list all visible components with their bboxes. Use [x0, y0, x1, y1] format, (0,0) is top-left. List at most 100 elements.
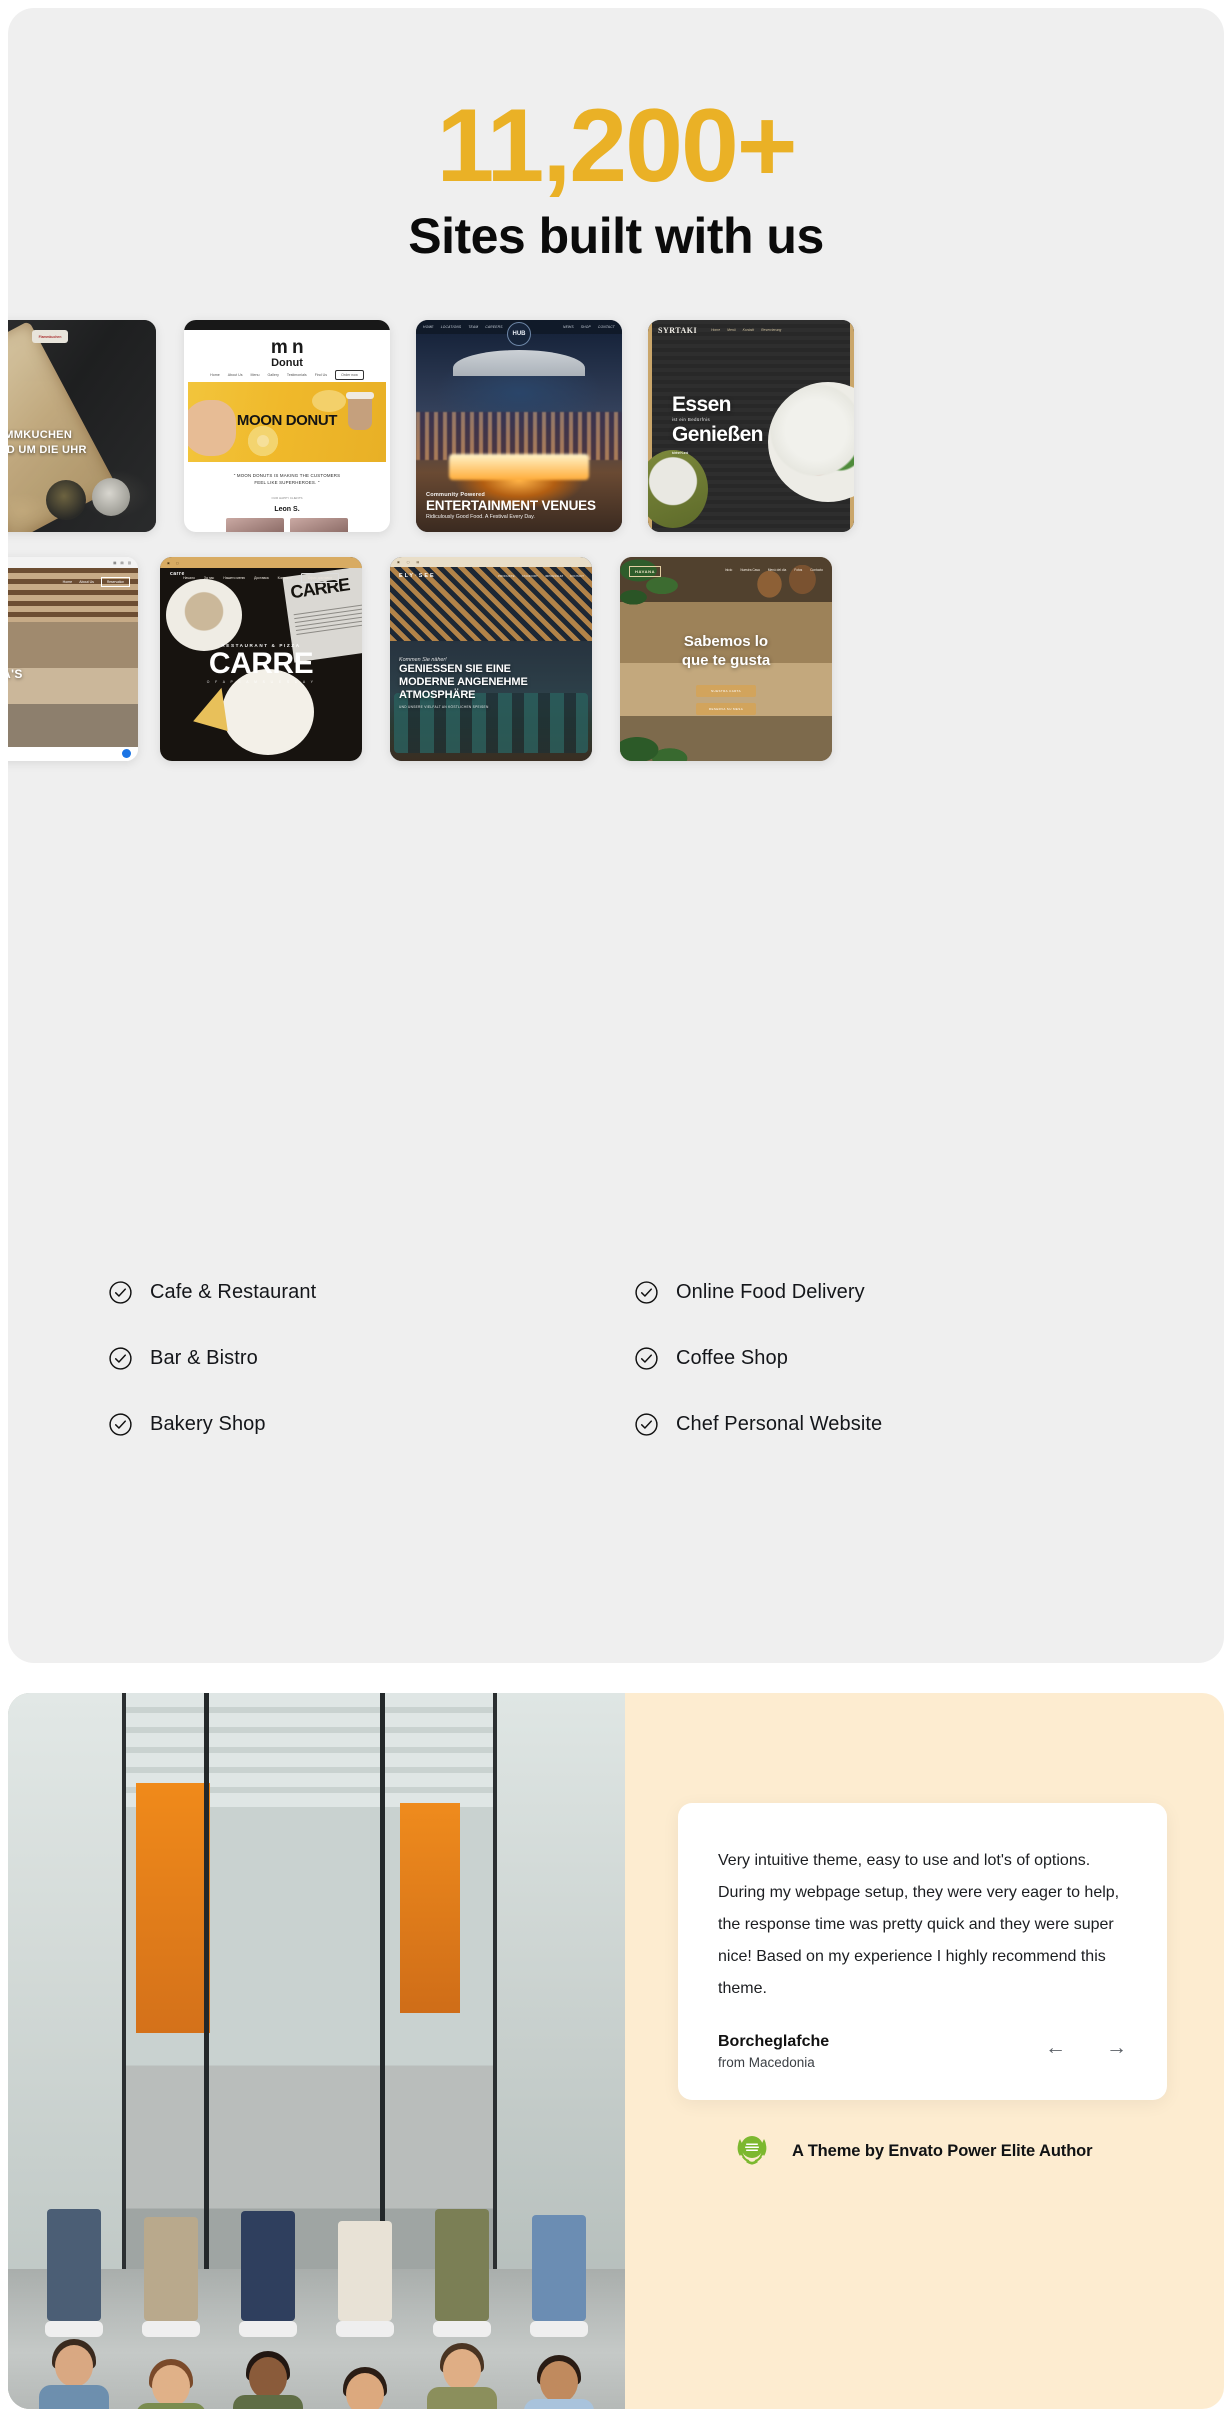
feature-label: Bakery Shop — [150, 1413, 266, 1436]
site-gallery: Flammkuchen FLAMMKUCHEN RUND UM DIE UHR … — [8, 320, 1224, 763]
nav-item: Gallery — [268, 373, 279, 377]
browser-topbar: ▦▤▥ — [8, 557, 138, 568]
feature-label: Chef Personal Website — [676, 1413, 882, 1436]
nav-item: Contacto — [810, 568, 823, 572]
gallery-thumb-flammkuchen[interactable]: Flammkuchen FLAMMKUCHEN RUND UM DIE UHR — [8, 320, 156, 532]
title-script: Welcome to — [8, 661, 23, 667]
gallery-thumb-havana[interactable]: HAVANA Inicio Nuestra Casa Menú del día … — [620, 557, 832, 761]
gallery-thumb-perukas[interactable]: ▦▤▥ Home About Us Reservation Welcome to… — [8, 557, 138, 761]
donut-shape — [248, 426, 278, 456]
title-sub-2: ist eine Kunst — [672, 451, 763, 455]
power-elite-badge-icon — [730, 2127, 774, 2176]
reserve-button: RESERVA SU MESA — [696, 703, 756, 715]
stats-gallery-section: 11,200+ Sites built with us Flammkuchen … — [8, 8, 1224, 1663]
pendant-lamps-shape — [752, 565, 822, 613]
hero-banner: MOON DONUT — [188, 382, 386, 462]
check-circle-icon — [108, 1346, 133, 1371]
canopy-shape — [453, 350, 585, 376]
nav-item: CONTACT — [598, 325, 615, 329]
feature-label: Cafe & Restaurant — [150, 1281, 316, 1304]
quote-subtitle: OUR HAPPY CLIENTS — [184, 496, 390, 500]
title-main: PERUKA'S — [8, 667, 23, 681]
gallery-thumb-moon-donut[interactable]: m n Donut Home About Us Menu Gallery Tes… — [184, 320, 390, 532]
reservation-button: Reservation — [101, 577, 130, 587]
title-sub-1: ist ein Bedürfnis — [672, 418, 763, 423]
envato-badge-text: A Theme by Envato Power Elite Author — [792, 2142, 1092, 2161]
nav-item: Menu — [251, 373, 260, 377]
hero-title: Kommen Sie näher! GENIESSEN SIE EINE MOD… — [399, 657, 528, 709]
hero-buttons: NUESTRA CARTA RESERVA SU MESA — [696, 685, 756, 715]
hero-title: Sabemos lo que te gusta — [620, 633, 832, 671]
stats-subtitle: Sites built with us — [8, 209, 1224, 264]
nav-left: HOME LOCATIONS TEAM CAREERS — [423, 325, 503, 329]
food-plate-shape — [166, 579, 242, 651]
testimonial-author: Borcheglafche — [718, 2033, 829, 2051]
site-nav: SYRTAKI Home Menü Kontakt Reservierung — [648, 320, 854, 340]
feature-item-cafe-restaurant: Cafe & Restaurant — [108, 1270, 616, 1315]
site-count: 11,200+ — [8, 93, 1224, 199]
features-column-left: Cafe & Restaurant Bar & Bistro Bakery Sh… — [68, 1270, 616, 1468]
nav-item: Начало — [183, 576, 195, 580]
nav-item: IMPRESSUM — [545, 574, 563, 578]
prev-arrow-icon[interactable]: ← — [1045, 2037, 1066, 2058]
feature-item-online-food-delivery: Online Food Delivery — [634, 1270, 1164, 1315]
newspaper-lines — [294, 604, 362, 615]
nav-item: Inicio — [725, 568, 732, 572]
envato-badge-row: A Theme by Envato Power Elite Author — [730, 2127, 1092, 2176]
title-sub: Restaurant — [8, 681, 23, 686]
title-script: Kommen Sie näher! — [399, 657, 528, 663]
nav-item: Контакти — [278, 576, 292, 580]
order-now-button: Order now — [335, 370, 364, 380]
gallery-thumb-hub[interactable]: HOME LOCATIONS TEAM CAREERS NEWS SHOP CO… — [416, 320, 622, 532]
bowl-shape — [46, 480, 86, 520]
title-line-2: que te gusta — [620, 652, 832, 671]
quote-line-2: FEEL LIKE SUPERHEROES. " — [202, 479, 372, 486]
nav-item: Home — [711, 328, 720, 332]
donut-shape — [312, 390, 346, 412]
features-checklist: Cafe & Restaurant Bar & Bistro Bakery Sh… — [8, 1270, 1224, 1468]
caption-small: RESTAURANT & PIZZA — [160, 643, 362, 648]
gallery-thumb-elysee[interactable]: ▣▢▤ ELY·SEE PRODUKTE STANDORT IMPRESSUM … — [390, 557, 592, 761]
testimonial-quote: Very intuitive theme, easy to use and lo… — [718, 1845, 1127, 2005]
nav-item: PRODUKTE — [498, 574, 515, 578]
next-arrow-icon[interactable]: → — [1106, 2037, 1127, 2058]
nav-item: Kontakt — [743, 328, 755, 332]
nav-right: NEWS SHOP CONTACT — [563, 325, 615, 329]
nav-item: LOCATIONS — [441, 325, 462, 329]
check-circle-icon — [108, 1280, 133, 1305]
caption-big: CARRE — [160, 648, 362, 680]
check-circle-icon — [108, 1412, 133, 1437]
chat-bubble-icon[interactable] — [122, 749, 131, 758]
features-column-right: Online Food Delivery Coffee Shop Chef Pe… — [616, 1270, 1164, 1468]
nav-items: Home Menü Kontakt Reservierung — [711, 328, 781, 332]
testimonial-author-block: Borcheglafche from Macedonia — [718, 2033, 829, 2070]
nav-item: Home — [210, 373, 220, 377]
feature-item-chef-personal-website: Chef Personal Website — [634, 1402, 1164, 1447]
nav-item: CAREERS — [485, 325, 502, 329]
nav-item: Home — [63, 580, 73, 584]
hero-title: Essen ist ein Bedürfnis Genießen ist ein… — [672, 394, 763, 455]
nav-item: Menú del día — [768, 568, 786, 572]
fire-pit-shape — [449, 454, 589, 480]
gallery-thumb-syrtaki[interactable]: SYRTAKI Home Menü Kontakt Reservierung E… — [648, 320, 854, 532]
browser-topbar: ▣▢ — [160, 557, 362, 568]
nav-item: Доставка — [254, 576, 269, 580]
crowd-shape — [416, 412, 622, 460]
testimonial-side: Very intuitive theme, easy to use and lo… — [625, 1693, 1224, 2409]
testimonial-card: Very intuitive theme, easy to use and lo… — [678, 1803, 1167, 2100]
delivery-button: Офис доставка — [301, 573, 339, 583]
gallery-thumb-carre[interactable]: CARRE ▣▢ carre Начало За нас Нашето меню… — [160, 557, 362, 761]
nav-item: About Us — [79, 580, 94, 584]
site-logo: ELY·SEE — [399, 573, 436, 579]
site-nav: Inicio Nuestra Casa Menú del día Fotos C… — [725, 568, 823, 572]
check-circle-icon — [634, 1412, 659, 1437]
testimonial-section: Very intuitive theme, easy to use and lo… — [8, 1693, 1224, 2409]
nav-item: Nuestra Casa — [740, 568, 760, 572]
carta-button: NUESTRA CARTA — [696, 685, 756, 697]
page-footer — [8, 747, 138, 761]
caption-big: ENTERTAINMENT VENUES — [426, 498, 612, 514]
check-circle-icon — [634, 1346, 659, 1371]
caption-small: Community Powered — [426, 492, 612, 498]
title-line-2: MODERNE ANGENEHME — [399, 676, 528, 689]
brand-top: m n — [184, 338, 390, 357]
